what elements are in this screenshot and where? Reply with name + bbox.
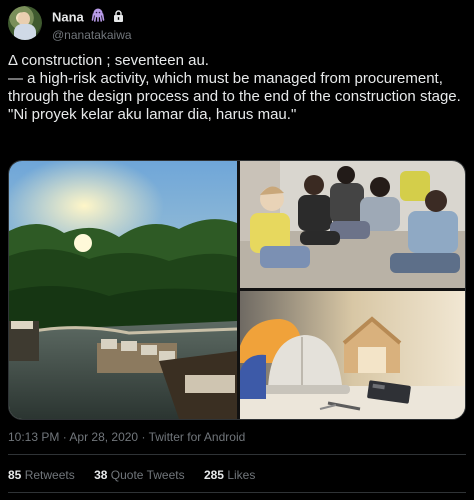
meta-separator: · — [62, 430, 67, 444]
retweets-label: Retweets — [24, 468, 75, 482]
tweet-source[interactable]: Twitter for Android — [149, 430, 246, 444]
tweet-line-3: "Ni proyek kelar aku lamar dia, harus ma… — [8, 106, 297, 123]
divider — [8, 492, 466, 493]
quote-tweets-count: 38 — [94, 468, 108, 482]
quote-tweets-label: Quote Tweets — [110, 468, 185, 482]
avatar-body — [14, 24, 36, 40]
avatar[interactable] — [8, 6, 42, 40]
retweets-count: 85 — [8, 468, 22, 482]
quote-tweets-stat[interactable]: 38 Quote Tweets — [94, 468, 188, 482]
tweet-line-1: Δ construction ; seventeen au. — [8, 52, 209, 69]
tweet-header: Nana @nanatakaiwa — [8, 6, 466, 46]
tweet-line-2: — a high-risk activity, which must be ma… — [8, 70, 461, 105]
media-grid — [8, 160, 466, 420]
meta-separator: · — [141, 430, 146, 444]
divider — [8, 454, 466, 455]
tweet-date[interactable]: Apr 28, 2020 — [69, 430, 138, 444]
user-names: Nana @nanatakaiwa — [52, 8, 132, 43]
tweet-stats: 85 Retweets 38 Quote Tweets 285 Likes — [8, 468, 271, 482]
lock-icon — [113, 9, 124, 27]
construction-hardhat-photo[interactable] — [240, 291, 465, 419]
likes-stat[interactable]: 285 Likes — [204, 468, 255, 482]
likes-count: 285 — [203, 468, 224, 482]
octopus-icon — [91, 8, 105, 27]
tweet-time[interactable]: 10:13 PM — [8, 430, 59, 444]
likes-label: Likes — [227, 468, 256, 482]
display-name[interactable]: Nana — [52, 10, 84, 25]
infinity-pool-jungle-photo[interactable] — [9, 161, 237, 419]
retweets-stat[interactable]: 85 Retweets — [8, 468, 78, 482]
tweet-text: Δ construction ; seventeen au. — a high-… — [8, 52, 470, 124]
tweet-meta: 10:13 PM · Apr 28, 2020 · Twitter for An… — [8, 430, 245, 444]
user-handle[interactable]: @nanatakaiwa — [52, 27, 132, 43]
group-sitting-photo[interactable] — [240, 161, 465, 288]
